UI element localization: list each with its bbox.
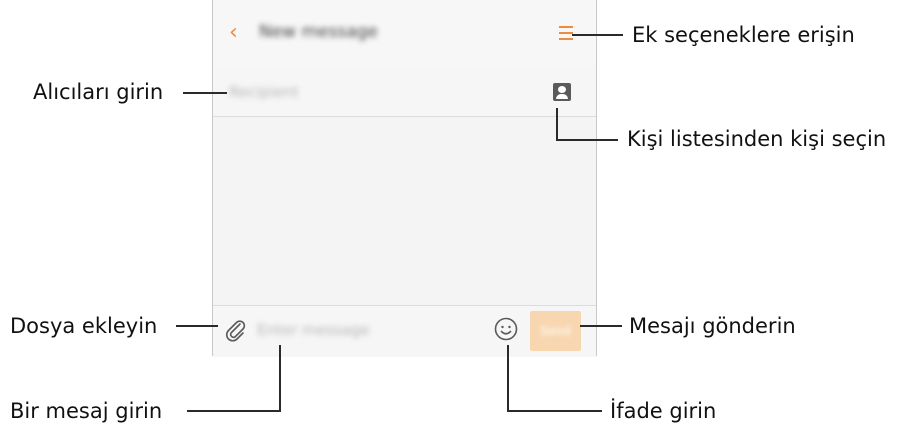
send-button-label: Send <box>540 324 571 338</box>
callout-line-recipients <box>183 92 227 94</box>
message-input[interactable]: Enter message <box>257 321 369 339</box>
callout-line-more-options <box>572 34 623 36</box>
contact-icon[interactable] <box>553 83 571 101</box>
callout-line-emoji-v <box>507 345 509 412</box>
send-button[interactable]: Send <box>530 311 581 351</box>
paperclip-icon[interactable] <box>225 319 247 343</box>
callout-line-message-h <box>187 410 281 412</box>
recipient-row[interactable]: Recipient <box>213 66 596 117</box>
recipient-input[interactable]: Recipient <box>229 83 299 101</box>
callout-enter-recipients: Alıcıları girin <box>33 80 164 104</box>
callout-select-contacts: Kişi listesinden kişi seçin <box>627 127 887 151</box>
callout-line-message-v <box>279 345 281 412</box>
callout-more-options: Ek seçeneklere erişin <box>632 23 855 47</box>
menu-icon[interactable] <box>559 26 573 41</box>
emoji-icon[interactable] <box>494 317 518 341</box>
callout-send-message: Mesajı gönderin <box>629 314 796 338</box>
callout-enter-emoticons: İfade girin <box>610 399 717 423</box>
callout-attach-files: Dosya ekleyin <box>10 314 158 338</box>
page-title: New message <box>259 22 378 42</box>
app-header: ‹ New message <box>213 0 596 67</box>
callout-line-contacts-h <box>556 139 618 141</box>
compose-bar: Enter message Send <box>213 305 596 357</box>
callout-line-emoji-h <box>507 410 602 412</box>
chevron-left-icon[interactable]: ‹ <box>229 22 238 44</box>
phone-screen: ‹ New message Recipient Enter message Se… <box>212 0 597 357</box>
callout-enter-message: Bir mesaj girin <box>10 399 163 423</box>
callout-line-send <box>580 325 622 327</box>
callout-line-contacts-v <box>556 108 558 141</box>
callout-line-attach <box>176 325 218 327</box>
